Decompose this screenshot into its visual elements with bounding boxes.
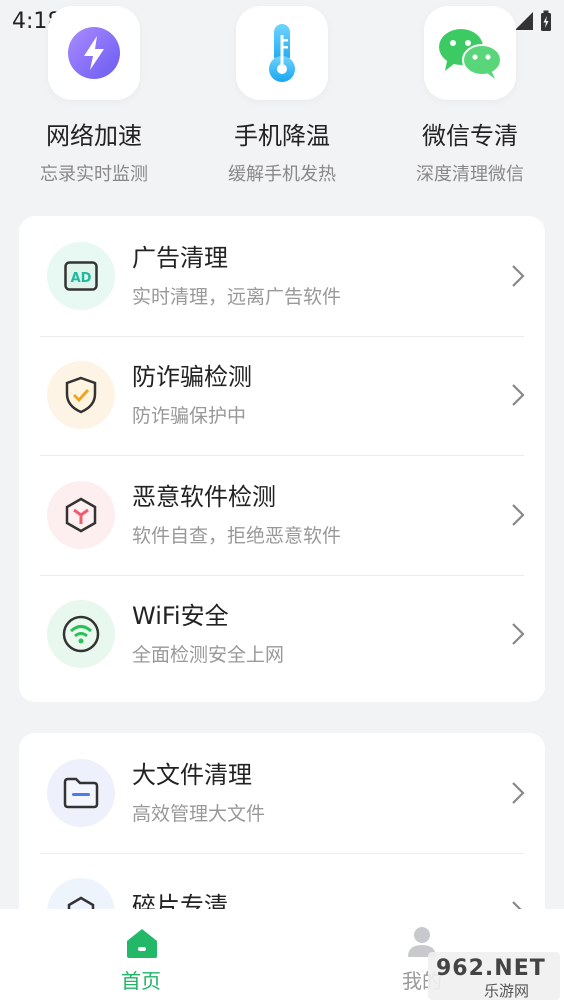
chevron-right-icon: [512, 384, 525, 407]
row-subtitle: 实时清理，远离广告软件: [132, 285, 342, 308]
watermark-sub: 乐游网: [484, 982, 530, 1000]
ad-icon: AD: [47, 241, 115, 310]
tab-home-label: 首页: [121, 969, 161, 993]
tool-name: 微信专清: [422, 122, 518, 150]
row-title: 广告清理: [132, 243, 228, 272]
wechat-icon: [424, 6, 516, 100]
tool-name: 手机降温: [234, 122, 330, 150]
wifi-icon: [47, 600, 115, 669]
security-card: AD 广告清理 实时清理，远离广告软件 防诈骗检测 防诈骗保护中 恶意软件检测 …: [19, 216, 545, 702]
list-item-wifi-security[interactable]: WiFi安全 全面检测安全上网: [19, 574, 545, 695]
watermark-brand: 962.NET: [436, 956, 546, 981]
row-subtitle: 全面检测安全上网: [132, 644, 285, 667]
shield-icon: [47, 361, 115, 430]
watermark: 962.NET 乐游网: [428, 952, 560, 1000]
chevron-right-icon: [512, 623, 525, 646]
cube-icon: [47, 480, 115, 549]
row-title: 大文件清理: [132, 760, 252, 789]
chevron-right-icon: [512, 264, 525, 287]
row-title: 防诈骗检测: [132, 363, 252, 392]
chevron-right-icon: [512, 781, 525, 804]
row-title: 恶意软件检测: [132, 482, 276, 511]
list-item-malware-scan[interactable]: 恶意软件检测 软件自查，拒绝恶意软件: [19, 455, 545, 575]
home-icon: [127, 929, 157, 958]
svg-text:AD: AD: [71, 271, 92, 286]
thermometer-icon: [236, 6, 328, 100]
tool-name: 网络加速: [46, 122, 142, 150]
row-subtitle: 高效管理大文件: [132, 802, 266, 825]
tool-sub: 缓解手机发热: [228, 164, 336, 185]
list-item-ad-clean[interactable]: AD 广告清理 实时清理，远离广告软件: [19, 216, 545, 336]
folder-icon: [47, 758, 115, 827]
row-subtitle: 软件自查，拒绝恶意软件: [132, 524, 342, 547]
row-subtitle: 防诈骗保护中: [132, 405, 247, 428]
list-item-large-file-clean[interactable]: 大文件清理 高效管理大文件: [19, 733, 545, 853]
tool-sub: 忘录实时监测: [40, 164, 148, 185]
quick-tools: 网络加速 忘录实时监测 手机降温 缓解手机发热 微信专清 深度清理微信: [0, 0, 564, 200]
chevron-right-icon: [512, 503, 525, 526]
files-card: 大文件清理 高效管理大文件 碎片专清: [19, 733, 545, 933]
lightning-icon: [48, 6, 140, 100]
tool-sub: 深度清理微信: [416, 164, 524, 185]
list-item-anti-fraud[interactable]: 防诈骗检测 防诈骗保护中: [19, 335, 545, 456]
row-title: WiFi安全: [132, 602, 229, 631]
